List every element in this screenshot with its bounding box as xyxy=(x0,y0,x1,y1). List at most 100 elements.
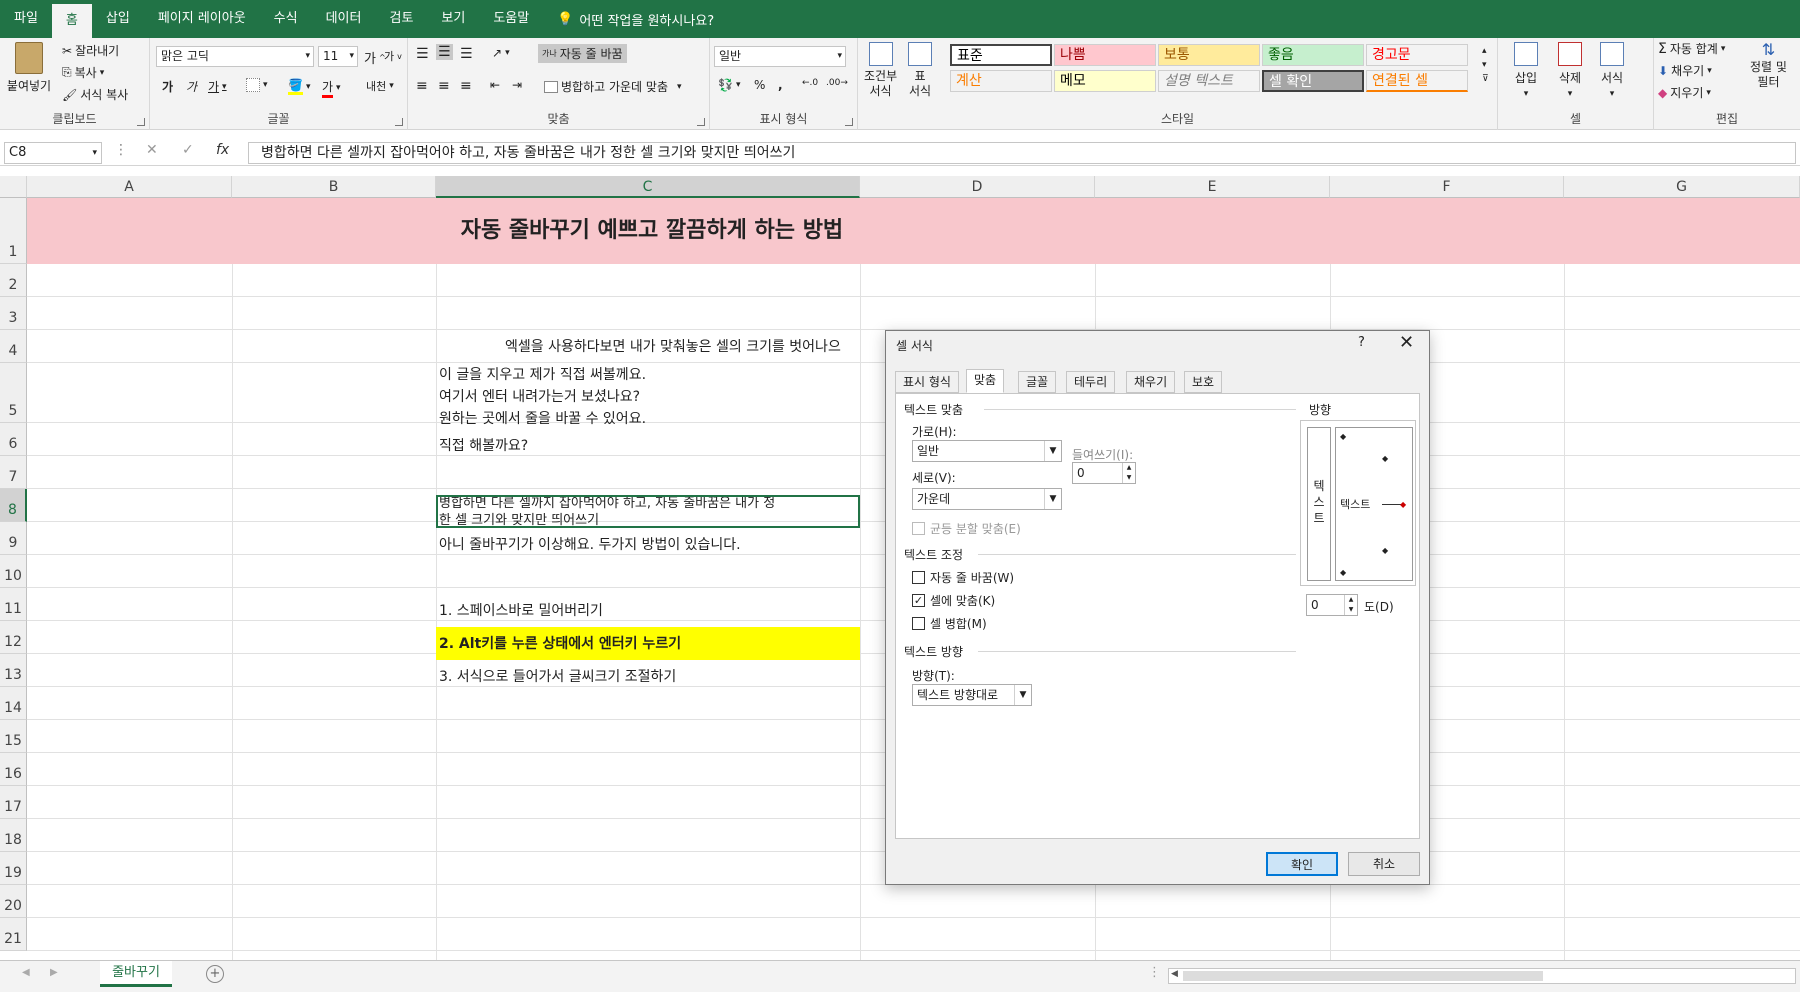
menu-tab-5[interactable]: 데이터 xyxy=(312,0,376,38)
horizontal-align-select[interactable]: 일반 ▼ xyxy=(912,440,1062,462)
row-header-16[interactable]: 16 xyxy=(0,753,27,786)
phonetic-button[interactable]: 내천 ▾ xyxy=(366,78,394,94)
column-header-a[interactable]: A xyxy=(27,176,232,198)
row-header-3[interactable]: 3 xyxy=(0,297,27,330)
add-sheet-icon[interactable]: + xyxy=(206,965,224,983)
align-left-icon[interactable]: ≡ xyxy=(416,78,428,94)
row-header-19[interactable]: 19 xyxy=(0,852,27,885)
row-header-13[interactable]: 13 xyxy=(0,654,27,687)
vertical-align-select[interactable]: 가운데 ▼ xyxy=(912,488,1062,510)
bold-button[interactable]: 가 xyxy=(162,78,173,95)
font-name-combo[interactable]: 맑은 고딕 ▾ xyxy=(156,46,314,67)
column-header-g[interactable]: G xyxy=(1564,176,1800,198)
cell-c13[interactable]: 3. 서식으로 들어가서 글씨크기 조절하기 xyxy=(439,666,676,686)
row-header-18[interactable]: 18 xyxy=(0,819,27,852)
increase-decimal-icon[interactable]: ←.0 xyxy=(802,78,818,88)
row-header-12[interactable]: 12 xyxy=(0,621,27,654)
select-all-corner[interactable] xyxy=(0,176,27,198)
formula-input[interactable]: 병합하면 다른 셀까지 잡아먹어야 하고, 자동 줄바꿈은 내가 정한 셀 크기… xyxy=(248,142,1796,164)
column-header-c[interactable]: C xyxy=(436,176,860,198)
column-header-b[interactable]: B xyxy=(232,176,436,198)
cell-c5-line2[interactable]: 여기서 엔터 내려가는거 보셨나요? xyxy=(439,386,640,406)
clear-button[interactable]: ◆ 지우기 ▾ xyxy=(1658,84,1711,101)
comma-button[interactable]: , xyxy=(778,78,783,92)
scroll-thumb[interactable] xyxy=(1183,971,1543,981)
row-header-21[interactable]: 21 xyxy=(0,918,27,951)
cancel-button[interactable]: 취소 xyxy=(1348,852,1420,876)
orientation-dial[interactable]: 텍스트 ◆ ◆ ◆ ◆ ◆ xyxy=(1335,427,1413,581)
grow-font-button[interactable]: 가 ^ xyxy=(364,48,386,67)
wrap-text-button[interactable]: 가나 자동 줄 바꿈 xyxy=(538,44,627,63)
italic-button[interactable]: 가 xyxy=(186,78,197,95)
row-header-5[interactable]: 5 xyxy=(0,363,27,423)
row-header-20[interactable]: 20 xyxy=(0,885,27,918)
cell-c12[interactable]: 2. Alt키를 누른 상태에서 엔터키 누르기 xyxy=(439,633,681,653)
row-header-14[interactable]: 14 xyxy=(0,687,27,720)
align-right-icon[interactable]: ≡ xyxy=(460,78,472,94)
cell-style-8[interactable]: 셀 확인 xyxy=(1262,70,1364,92)
autosum-button[interactable]: Σ 자동 합계 ▾ xyxy=(1658,40,1725,57)
cell-style-2[interactable]: 보통 xyxy=(1158,44,1260,66)
row-header-4[interactable]: 4 xyxy=(0,330,27,363)
text-direction-select[interactable]: 텍스트 방향대로 ▼ xyxy=(912,684,1032,706)
decrease-indent-icon[interactable]: ⇤ xyxy=(490,78,500,92)
cancel-icon[interactable]: ✕ xyxy=(146,142,158,158)
align-center-icon[interactable]: ≡ xyxy=(438,78,450,94)
paste-button[interactable]: 붙여넣기 xyxy=(6,42,52,94)
dialog-tab-4[interactable]: 채우기 xyxy=(1126,371,1176,393)
spinner-arrows-icon[interactable]: ▲ ▼ xyxy=(1122,463,1135,483)
cell-style-7[interactable]: 설명 텍스트 xyxy=(1158,70,1260,92)
fill-button[interactable]: ⬇ 채우기 ▾ xyxy=(1658,62,1712,79)
dialog-tab-2[interactable]: 글꼴 xyxy=(1018,371,1057,393)
row-header-17[interactable]: 17 xyxy=(0,786,27,819)
row-header-2[interactable]: 2 xyxy=(0,264,27,297)
insert-cells-button[interactable]: 삽입 ▾ xyxy=(1514,42,1538,99)
name-box[interactable]: C8 ▾ xyxy=(4,142,102,164)
row-header-11[interactable]: 11 xyxy=(0,588,27,621)
cell-style-1[interactable]: 나쁨 xyxy=(1054,44,1156,66)
percent-button[interactable]: % xyxy=(754,78,765,92)
row-header-10[interactable]: 10 xyxy=(0,555,27,588)
sort-filter-button[interactable]: ⇅ 정렬 및 필터 xyxy=(1750,42,1787,90)
degrees-spinner[interactable]: 0 ▲ ▼ xyxy=(1306,594,1358,616)
cell-c5-line3[interactable]: 원하는 곳에서 줄을 바꿀 수 있어요. xyxy=(439,408,646,428)
cell-style-3[interactable]: 좋음 xyxy=(1262,44,1364,66)
font-color-button[interactable]: 가 ▾ xyxy=(322,78,341,98)
menu-tab-8[interactable]: 도움말 xyxy=(479,0,543,38)
insert-function-button[interactable]: fx xyxy=(216,142,229,158)
cell-style-6[interactable]: 메모 xyxy=(1054,70,1156,92)
row-header-6[interactable]: 6 xyxy=(0,423,27,456)
next-sheet-icon[interactable]: ▶ xyxy=(50,967,58,978)
menu-tab-4[interactable]: 수식 xyxy=(260,0,312,38)
menu-tab-3[interactable]: 페이지 레이아웃 xyxy=(144,0,260,38)
enter-icon[interactable]: ✓ xyxy=(182,142,194,158)
menu-tab-7[interactable]: 보기 xyxy=(427,0,479,38)
delete-cells-button[interactable]: 삭제 ▾ xyxy=(1558,42,1582,99)
conditional-formatting-button[interactable]: 조건부 서식 xyxy=(864,42,897,99)
horizontal-scrollbar[interactable]: ◀ xyxy=(1168,968,1796,984)
font-size-combo[interactable]: 11 ▾ xyxy=(318,46,358,67)
dialog-launcher-icon[interactable] xyxy=(137,118,145,126)
menu-tab-2[interactable]: 삽입 xyxy=(92,0,144,38)
merge-center-button[interactable]: 병합하고 가운데 맞춤 ▾ xyxy=(544,78,682,95)
accounting-format-icon[interactable]: 💱 ▾ xyxy=(718,78,740,92)
help-button[interactable]: ? xyxy=(1358,335,1365,350)
cell-c6[interactable]: 직접 해볼까요? xyxy=(439,435,528,455)
cut-button[interactable]: ✂ 잘라내기 xyxy=(62,42,119,59)
wrap-text-checkbox[interactable]: 자동 줄 바꿈(W) xyxy=(912,569,1014,586)
menu-tab-0[interactable]: 파일 xyxy=(0,0,52,38)
format-cells-button[interactable]: 서식 ▾ xyxy=(1600,42,1624,99)
dialog-launcher-icon[interactable] xyxy=(845,118,853,126)
increase-indent-icon[interactable]: ⇥ xyxy=(512,78,522,92)
dialog-launcher-icon[interactable] xyxy=(395,118,403,126)
indent-spinner[interactable]: 0 ▲ ▼ xyxy=(1072,462,1136,484)
vertical-text-toggle[interactable]: 텍 스 트 xyxy=(1307,427,1331,581)
cell-style-9[interactable]: 연결된 셀 xyxy=(1366,70,1468,92)
row-header-9[interactable]: 9 xyxy=(0,522,27,555)
decrease-decimal-icon[interactable]: .00→ xyxy=(826,78,848,88)
menu-tab-1[interactable]: 홈 xyxy=(51,4,92,38)
format-as-table-button[interactable]: 표 서식 xyxy=(908,42,932,99)
ok-button[interactable]: 확인 xyxy=(1266,852,1338,876)
column-header-f[interactable]: F xyxy=(1330,176,1564,198)
copy-button[interactable]: ⎘ 복사 ▾ xyxy=(62,64,104,81)
